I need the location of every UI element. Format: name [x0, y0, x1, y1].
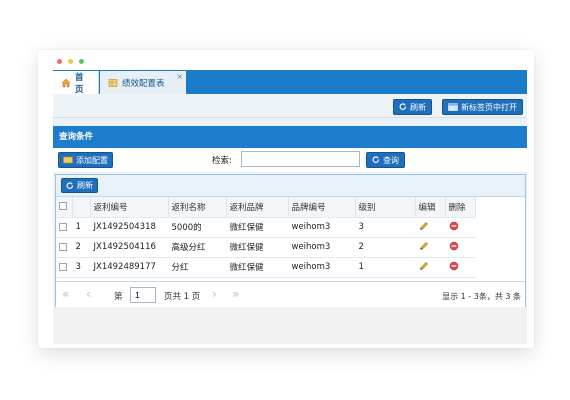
- refresh-icon: [399, 103, 407, 111]
- table-row[interactable]: 3 JX1492489177 分红 微红保健 weihom3 1: [56, 257, 475, 278]
- rebate-brand: 微红保健: [226, 237, 288, 258]
- row-number-header: [72, 197, 91, 218]
- tab-performance-config[interactable]: 绩效配置表 ×: [100, 71, 186, 94]
- next-page-icon[interactable]: ›: [212, 287, 217, 301]
- brand-code: weihom3: [288, 217, 355, 238]
- table-header-row: 返利编号 返利名称 返利品牌 品牌编号 级别 编辑 删除: [56, 197, 476, 218]
- bottom-area: [53, 308, 527, 344]
- row-checkbox[interactable]: [59, 222, 67, 231]
- refresh-icon: [372, 156, 380, 164]
- delete-icon[interactable]: [449, 241, 459, 251]
- column-header: 编辑: [415, 197, 446, 218]
- page-number-input[interactable]: [130, 287, 156, 303]
- search-label: 检索:: [212, 156, 232, 166]
- delete-icon[interactable]: [449, 261, 459, 271]
- tab-home-label: 首页: [75, 72, 84, 95]
- search-input[interactable]: [241, 151, 360, 167]
- last-page-icon[interactable]: »: [232, 287, 239, 301]
- level: 1: [355, 257, 415, 278]
- rebate-id: JX1492504116: [90, 237, 168, 258]
- app-window: 首页 绩效配置表 × 刷新 新标签页中打开 查询条件 添加配置 检索: 查询 刷…: [53, 70, 527, 344]
- rebate-name: 5000的: [168, 217, 226, 238]
- new-window-icon: [448, 103, 458, 111]
- grid-toolbar: 刷新: [56, 175, 525, 197]
- edit-pencil-icon[interactable]: [419, 221, 429, 231]
- home-icon: [61, 78, 71, 88]
- first-page-icon[interactable]: «: [62, 287, 69, 301]
- row-number: 2: [72, 237, 90, 258]
- tab-active-label: 绩效配置表: [122, 78, 165, 89]
- data-grid: 刷新 返利编号 返利名称 返利品牌 品牌编号 级别 编辑 删除 1 JX1492…: [55, 174, 526, 307]
- column-header[interactable]: 级别: [355, 197, 416, 218]
- tab-bar: 首页 绩效配置表 ×: [53, 70, 527, 95]
- edit-pencil-icon[interactable]: [419, 261, 429, 271]
- page-info: 显示 1 - 3条，共 3 条: [442, 292, 521, 301]
- query-button[interactable]: 查询: [366, 152, 405, 168]
- filter-row: 添加配置 检索: 查询: [53, 148, 527, 172]
- open-new-tab-button[interactable]: 新标签页中打开: [442, 99, 523, 115]
- rebate-brand: 微红保健: [226, 217, 288, 238]
- select-all-cell[interactable]: [56, 197, 73, 218]
- tab-close-icon[interactable]: ×: [176, 72, 183, 81]
- maximize-dot[interactable]: [79, 59, 84, 64]
- pagination-bar: « ‹ 第 页共 1 页 › » 显示 1 - 3条，共 3 条: [56, 281, 525, 307]
- table-row[interactable]: 1 JX1492504318 5000的 微红保健 weihom3 3: [56, 217, 475, 238]
- page-prefix: 第: [114, 292, 123, 302]
- row-checkbox[interactable]: [59, 262, 67, 271]
- table-icon: [108, 78, 118, 88]
- select-all-checkbox[interactable]: [59, 202, 67, 211]
- column-header[interactable]: 品牌编号: [288, 197, 356, 218]
- rebate-name: 高级分红: [168, 237, 226, 258]
- delete-icon[interactable]: [449, 221, 459, 231]
- open-new-tab-label: 新标签页中打开: [461, 102, 517, 112]
- brand-code: weihom3: [288, 257, 355, 278]
- table-row[interactable]: 2 JX1492504116 高级分红 微红保健 weihom3 2: [56, 237, 475, 258]
- column-header[interactable]: 返利名称: [168, 197, 227, 218]
- add-config-button[interactable]: 添加配置: [58, 152, 113, 168]
- column-header[interactable]: 返利品牌: [226, 197, 289, 218]
- column-header: 删除: [445, 197, 476, 218]
- page-suffix: 页共 1 页: [164, 292, 201, 302]
- rebate-name: 分红: [168, 257, 226, 278]
- level: 3: [355, 217, 415, 238]
- rebate-id: JX1492489177: [90, 257, 168, 278]
- row-number: 1: [72, 217, 90, 238]
- prev-page-icon[interactable]: ‹: [86, 287, 91, 301]
- refresh-icon: [66, 181, 74, 190]
- add-config-label: 添加配置: [76, 155, 108, 165]
- refresh-button[interactable]: 刷新: [393, 99, 432, 115]
- grid-refresh-label: 刷新: [77, 181, 93, 190]
- brand-code: weihom3: [288, 237, 355, 258]
- level: 2: [355, 237, 415, 258]
- rebate-brand: 微红保健: [226, 257, 288, 278]
- query-label: 查询: [383, 155, 399, 165]
- grid-refresh-button[interactable]: 刷新: [61, 178, 98, 193]
- top-toolbar: 刷新 新标签页中打开: [53, 94, 527, 118]
- row-number: 3: [72, 257, 90, 278]
- grid-table: 返利编号 返利名称 返利品牌 品牌编号 级别 编辑 删除 1 JX1492504…: [56, 197, 476, 278]
- refresh-label: 刷新: [410, 102, 426, 112]
- add-icon: [63, 156, 73, 164]
- edit-pencil-icon[interactable]: [419, 241, 429, 251]
- row-checkbox[interactable]: [59, 242, 67, 251]
- column-header[interactable]: 返利编号: [90, 197, 169, 218]
- query-section-title: 查询条件: [53, 126, 527, 148]
- browser-card: 首页 绩效配置表 × 刷新 新标签页中打开 查询条件 添加配置 检索: 查询 刷…: [38, 50, 534, 348]
- close-dot[interactable]: [57, 59, 62, 64]
- rebate-id: JX1492504318: [90, 217, 168, 238]
- window-controls: [57, 59, 84, 64]
- tab-home[interactable]: 首页: [53, 71, 99, 95]
- minimize-dot[interactable]: [68, 59, 73, 64]
